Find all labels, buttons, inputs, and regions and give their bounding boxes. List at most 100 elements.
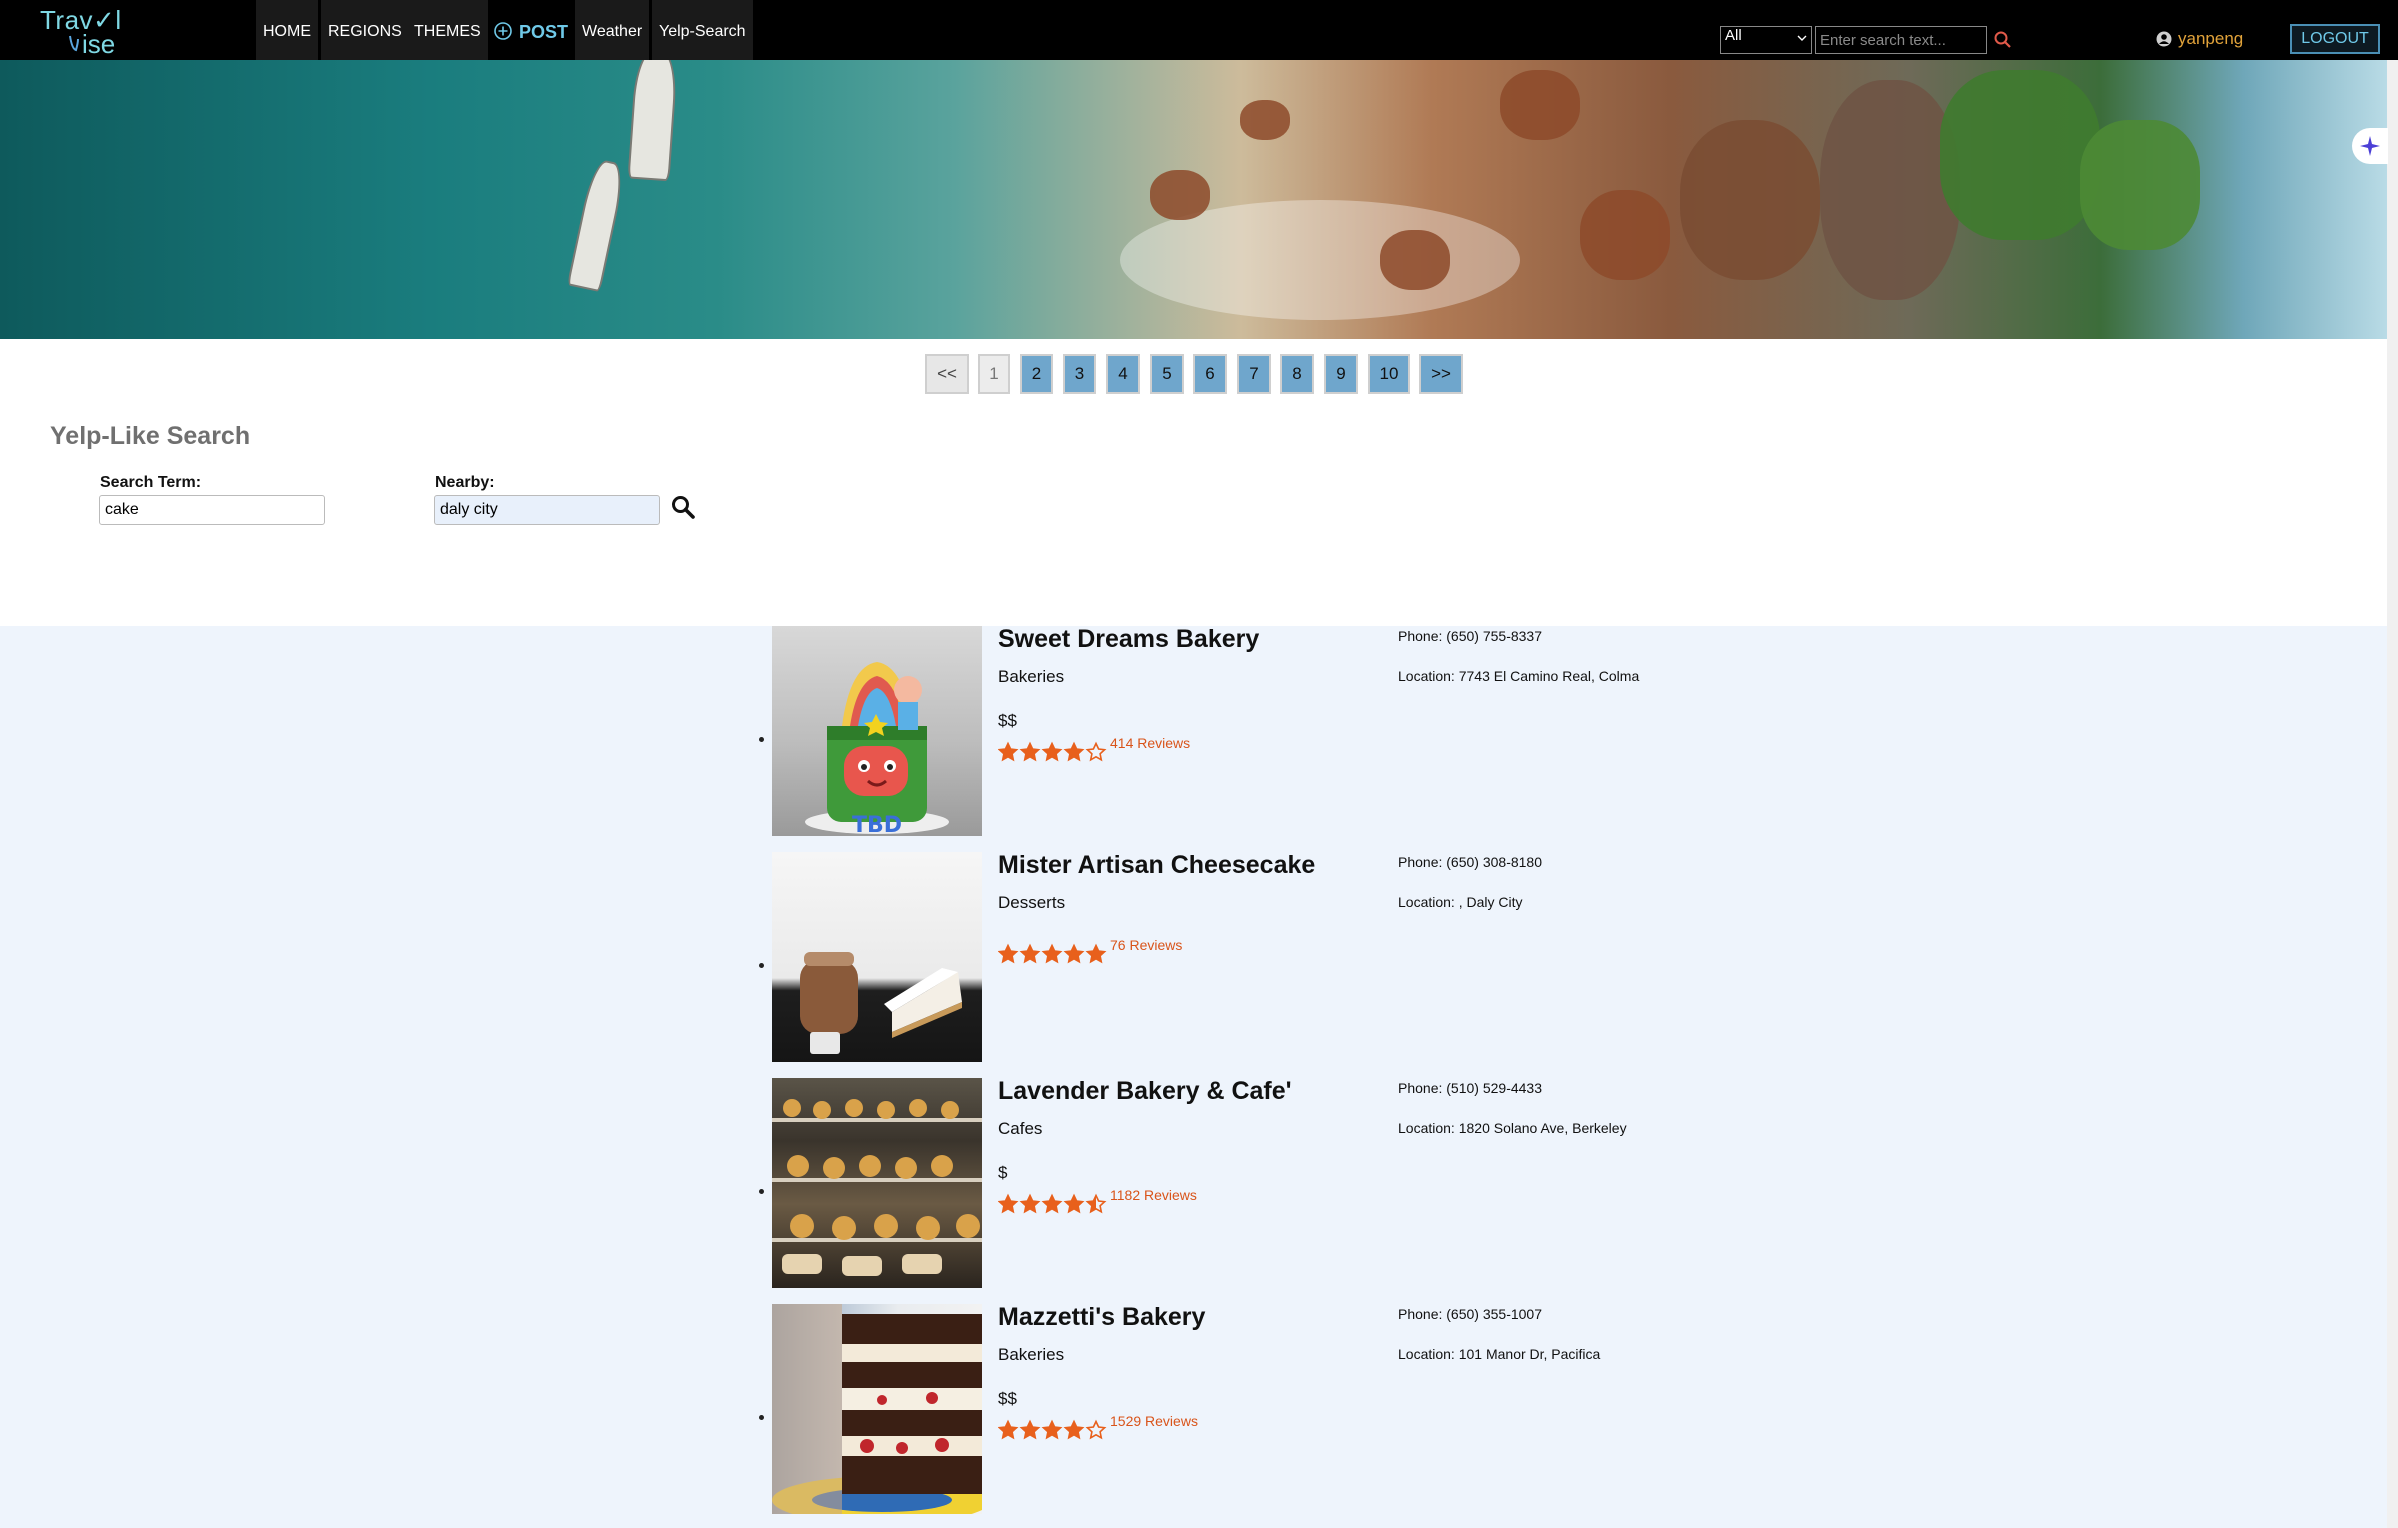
star-filled-icon (1063, 1419, 1085, 1440)
layer-cake-photo-icon (772, 1304, 982, 1514)
pagination-page-3[interactable]: 3 (1063, 354, 1096, 394)
stars-svg (998, 741, 1107, 762)
rock-shape (1380, 230, 1450, 290)
pagination-page-6[interactable]: 6 (1193, 354, 1227, 394)
star-filled-icon (1041, 943, 1063, 964)
pagination-page-7[interactable]: 7 (1237, 354, 1271, 394)
pagination-page-4[interactable]: 4 (1106, 354, 1140, 394)
trees-shape (2080, 120, 2200, 250)
rock-shape (1150, 170, 1210, 220)
stars-svg (998, 943, 1107, 964)
result-price: $$ (998, 711, 1017, 730)
cake-photo-icon: TBD (805, 662, 949, 836)
star-rating (998, 943, 1108, 967)
rock-shape (1240, 100, 1290, 140)
result-reviews-link[interactable]: 1529 Reviews (1110, 1413, 1198, 1429)
result-category: Cafes (998, 1119, 1043, 1138)
nav-home[interactable]: HOME (256, 0, 318, 60)
search-term-input[interactable] (99, 495, 325, 525)
nearby-label: Nearby: (435, 474, 495, 491)
search-input[interactable] (1815, 26, 1987, 54)
trees-shape (1940, 70, 2100, 240)
star-filled-icon (1019, 741, 1041, 762)
logo-w-mark-icon (69, 35, 79, 52)
nearby-input[interactable] (434, 495, 660, 525)
result-price: $ (998, 1163, 1008, 1182)
username: yanpeng (2178, 29, 2244, 48)
rock-shape (1500, 70, 1580, 140)
nav-weather[interactable]: Weather (575, 0, 650, 60)
boat-shape (627, 60, 679, 182)
pagination-prev[interactable]: << (925, 354, 969, 394)
pagination-page-2[interactable]: 2 (1020, 354, 1053, 394)
result-location: Location: , Daly City (1398, 894, 1523, 910)
logo-text-line2: ise (82, 29, 116, 59)
pagination-page-9[interactable]: 9 (1324, 354, 1358, 394)
result-reviews-link[interactable]: 76 Reviews (1110, 937, 1182, 953)
chevron-down-icon (1797, 35, 1807, 41)
result-image-3[interactable] (772, 1078, 982, 1288)
top-navbar: Trav✓l ise HOME REGIONS THEMES POST Weat… (0, 0, 2398, 60)
travelwise-logo[interactable]: Trav✓l ise (38, 5, 138, 59)
star-filled-icon (1063, 1193, 1085, 1214)
stars-svg (998, 1193, 1107, 1214)
result-location: Location: 101 Manor Dr, Pacifica (1398, 1346, 1601, 1362)
page-scrollbar[interactable] (2387, 60, 2398, 1528)
star-filled-icon (1019, 1419, 1041, 1440)
result-name[interactable]: Mister Artisan Cheesecake (998, 851, 1315, 880)
star-filled-icon (1063, 943, 1085, 964)
star-rating (998, 741, 1108, 765)
star-filled-icon (998, 1419, 1019, 1440)
result-name[interactable]: Sweet Dreams Bakery (998, 625, 1259, 654)
result-name[interactable]: Lavender Bakery & Cafe' (998, 1077, 1292, 1106)
result-image-2[interactable] (772, 852, 982, 1062)
pagination-next[interactable]: >> (1419, 354, 1463, 394)
star-filled-icon (998, 1193, 1019, 1214)
search-term-label: Search Term: (100, 474, 202, 491)
star-empty-icon (1085, 741, 1107, 762)
result-image-1[interactable]: TBD (772, 626, 982, 836)
nav-themes[interactable]: THEMES (407, 0, 488, 60)
boat-shape (566, 157, 628, 293)
rock-shape (1580, 190, 1670, 280)
pagination-page-8[interactable]: 8 (1280, 354, 1314, 394)
stars-svg (998, 1419, 1107, 1440)
ai-assistant-button[interactable] (2352, 128, 2388, 164)
star-filled-icon (998, 741, 1019, 762)
list-bullet (759, 963, 764, 968)
star-filled-icon (1085, 943, 1107, 964)
result-phone: Phone: (510) 529-4433 (1398, 1080, 1542, 1096)
user-account[interactable]: yanpeng (2156, 27, 2243, 51)
plus-circle-icon (494, 22, 512, 41)
star-empty-icon (1085, 1419, 1107, 1440)
star-filled-icon (1041, 1419, 1063, 1440)
list-bullet (759, 737, 764, 742)
search-icon[interactable] (670, 494, 696, 520)
cheesecake-photo-icon (800, 952, 962, 1054)
result-location: Location: 7743 El Camino Real, Colma (1398, 668, 1640, 684)
result-phone: Phone: (650) 755-8337 (1398, 628, 1542, 644)
pagination-page-5[interactable]: 5 (1150, 354, 1184, 394)
result-image-4[interactable] (772, 1304, 982, 1514)
nav-post[interactable]: POST (493, 0, 568, 60)
result-price: $$ (998, 1389, 1017, 1408)
result-reviews-link[interactable]: 414 Reviews (1110, 735, 1190, 751)
pagination-page-1[interactable]: 1 (978, 354, 1010, 394)
search-icon[interactable] (1992, 29, 2014, 51)
user-circle-icon (2156, 31, 2172, 47)
star-filled-icon (1041, 1193, 1063, 1214)
pagination-page-10[interactable]: 10 (1368, 354, 1410, 394)
nav-yelp-search[interactable]: Yelp-Search (652, 0, 753, 60)
star-filled-icon (1019, 943, 1041, 964)
svg-text:TBD: TBD (852, 813, 902, 836)
result-name[interactable]: Mazzetti's Bakery (998, 1303, 1205, 1332)
star-filled-icon (1063, 741, 1085, 762)
result-reviews-link[interactable]: 1182 Reviews (1110, 1187, 1197, 1203)
logout-button[interactable]: LOGOUT (2290, 24, 2380, 54)
result-phone: Phone: (650) 308-8180 (1398, 854, 1542, 870)
nav-regions[interactable]: REGIONS (321, 0, 409, 60)
search-form-title: Yelp-Like Search (50, 422, 251, 450)
star-filled-icon (998, 943, 1019, 964)
result-category: Bakeries (998, 667, 1065, 686)
rock-shape (1820, 80, 1960, 300)
